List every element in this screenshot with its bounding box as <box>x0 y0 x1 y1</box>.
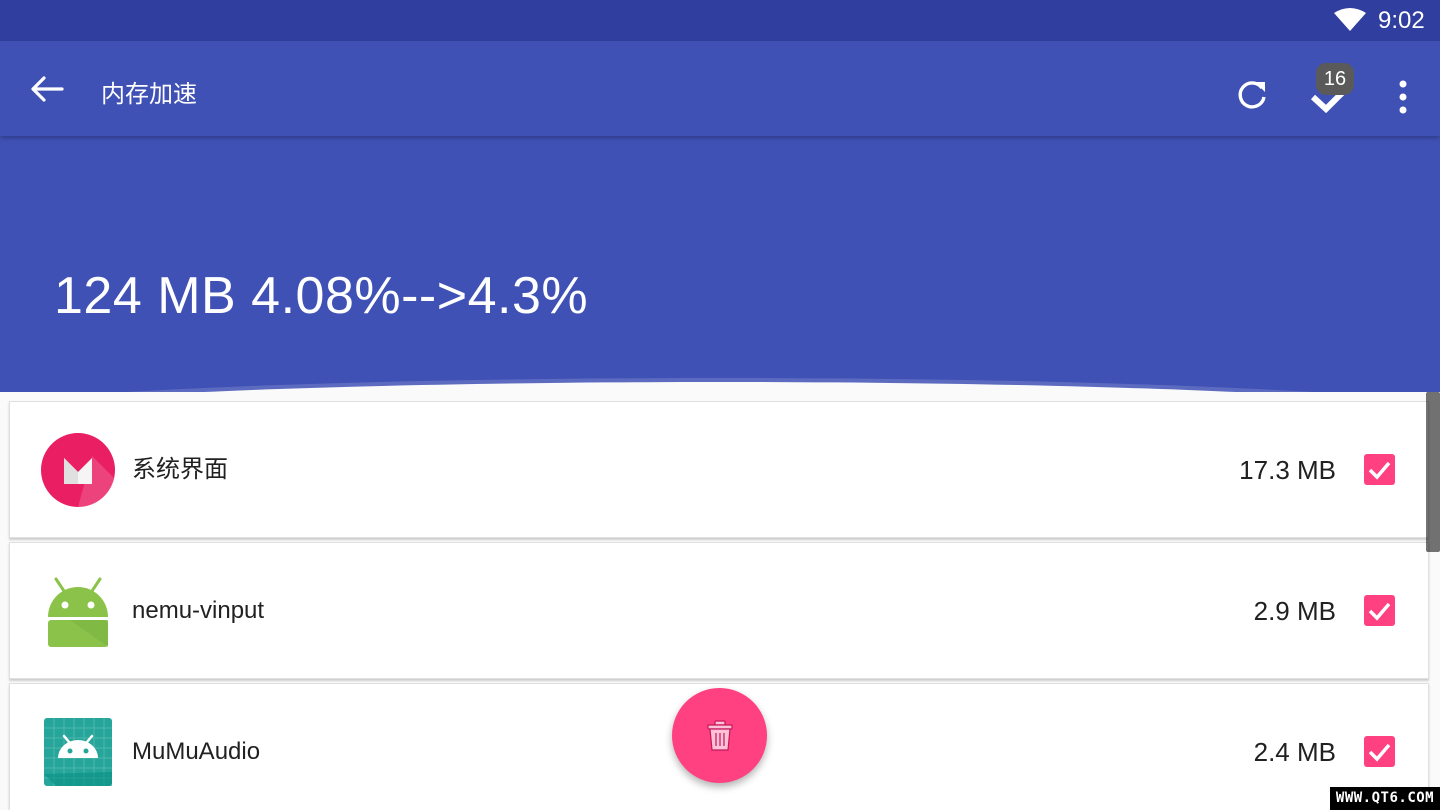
app-size: 2.4 MB <box>1253 737 1336 767</box>
status-bar: 9:02 <box>0 0 1440 41</box>
app-name: nemu-vinput <box>132 597 265 624</box>
app-name: MuMuAudio <box>132 738 261 765</box>
checkmark-icon <box>1368 743 1391 762</box>
refresh-icon[interactable] <box>1234 77 1270 113</box>
marshmallow-icon <box>41 433 115 507</box>
checkmark-icon <box>1368 461 1391 480</box>
page-title: 内存加速 <box>101 80 197 108</box>
list-item[interactable]: 系统界面 17.3 MB <box>9 401 1429 538</box>
clean-fab-button[interactable] <box>672 688 767 783</box>
checkmark-icon <box>1368 602 1391 621</box>
memory-stats-text: 124 MB 4.08%-->4.3% <box>54 267 589 325</box>
select-all-button[interactable]: 16 <box>1307 63 1354 113</box>
app-checkbox[interactable] <box>1364 736 1395 767</box>
more-vert-icon[interactable] <box>1388 79 1418 115</box>
android-icon <box>48 577 108 647</box>
list-item[interactable]: nemu-vinput 2.9 MB <box>9 542 1429 679</box>
app-checkbox[interactable] <box>1364 595 1395 626</box>
watermark-text: WWW.QT6.COM <box>1330 787 1440 810</box>
memory-stats-header: 124 MB 4.08%-->4.3% <box>0 136 1440 392</box>
arrow-back-icon[interactable] <box>28 74 64 104</box>
selected-count-badge: 16 <box>1316 63 1354 95</box>
app-toolbar: 内存加速 16 <box>0 41 1440 136</box>
app-checkbox[interactable] <box>1364 454 1395 485</box>
app-size: 2.9 MB <box>1253 596 1336 626</box>
app-name: 系统界面 <box>132 456 228 483</box>
app-size: 17.3 MB <box>1239 455 1336 485</box>
android-grid-icon <box>44 718 112 786</box>
list-scrollbar[interactable] <box>1426 392 1440 552</box>
status-time: 9:02 <box>1378 7 1425 34</box>
wifi-icon <box>1334 8 1366 31</box>
trash-icon <box>707 720 733 751</box>
